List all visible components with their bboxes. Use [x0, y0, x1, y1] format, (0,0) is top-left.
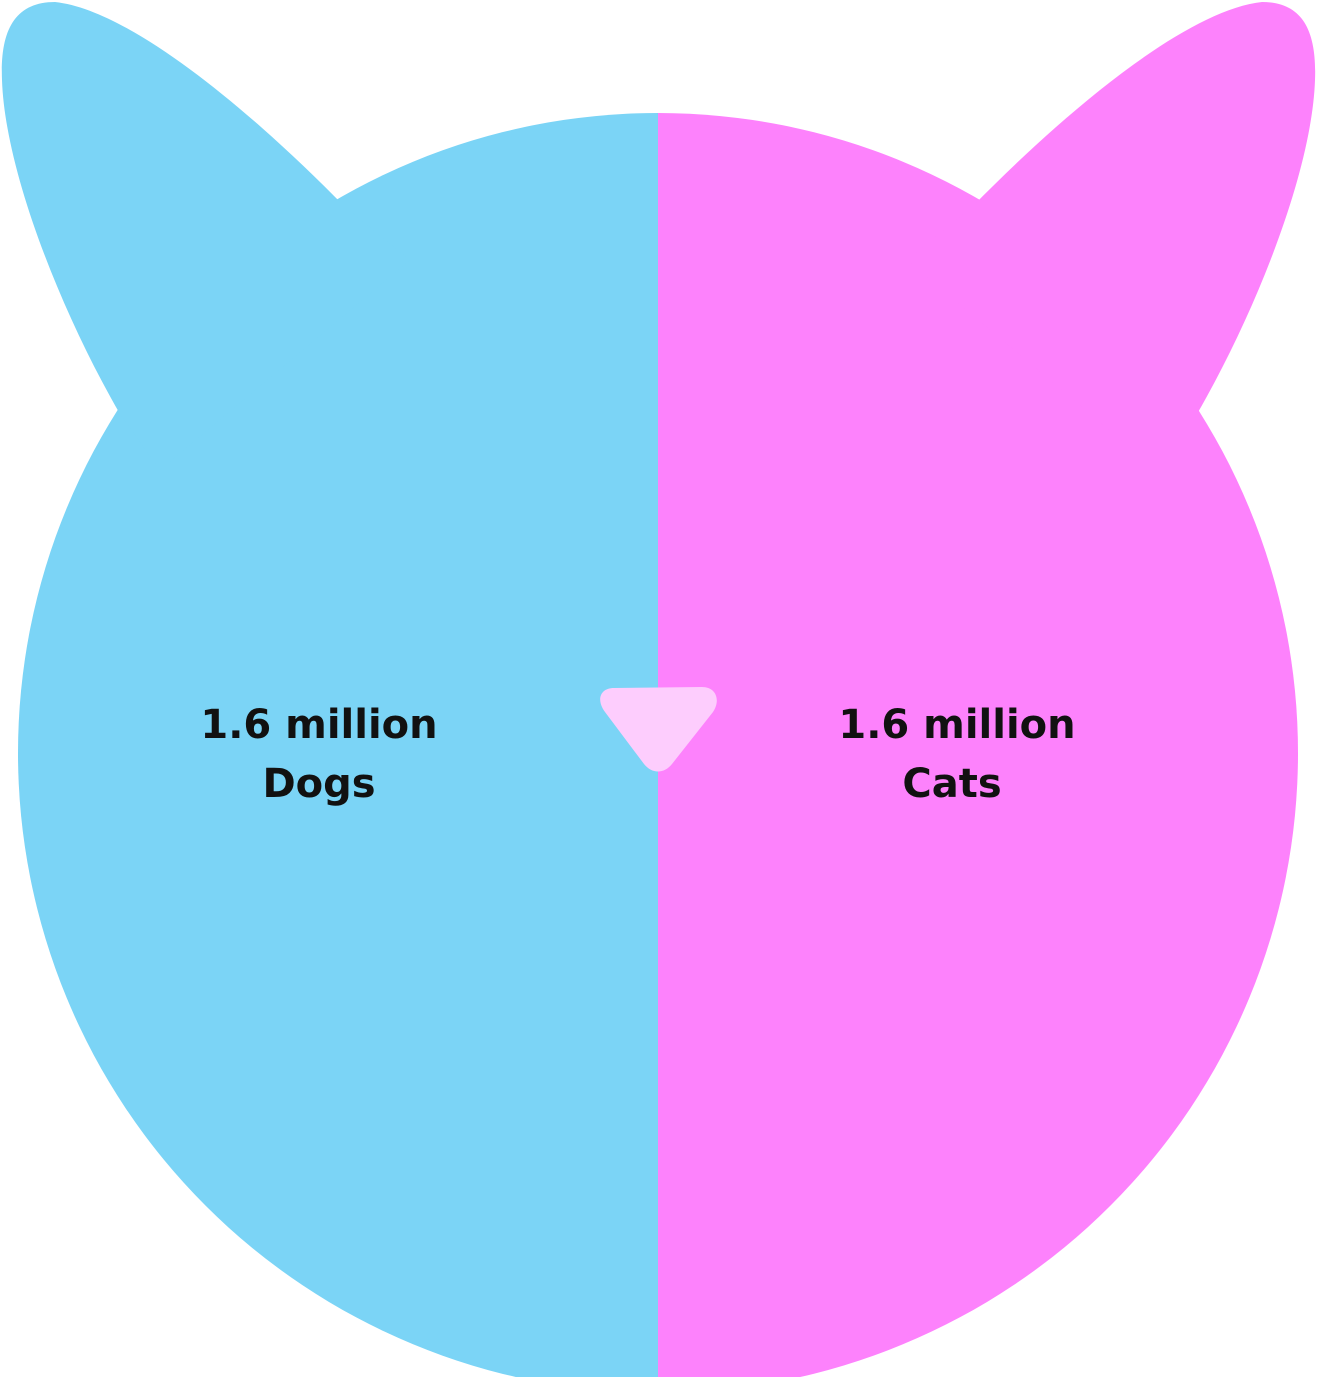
slice-cats-value-label: 1.6 million	[838, 702, 1075, 748]
cat-head-pie-chart: 1.6 million Dogs 1.6 million Cats	[1, 2, 1316, 1377]
slice-cats-category-label: Cats	[902, 761, 1001, 807]
slice-dogs-category-label: Dogs	[262, 761, 375, 807]
slice-dogs-value-label: 1.6 million	[200, 702, 437, 748]
